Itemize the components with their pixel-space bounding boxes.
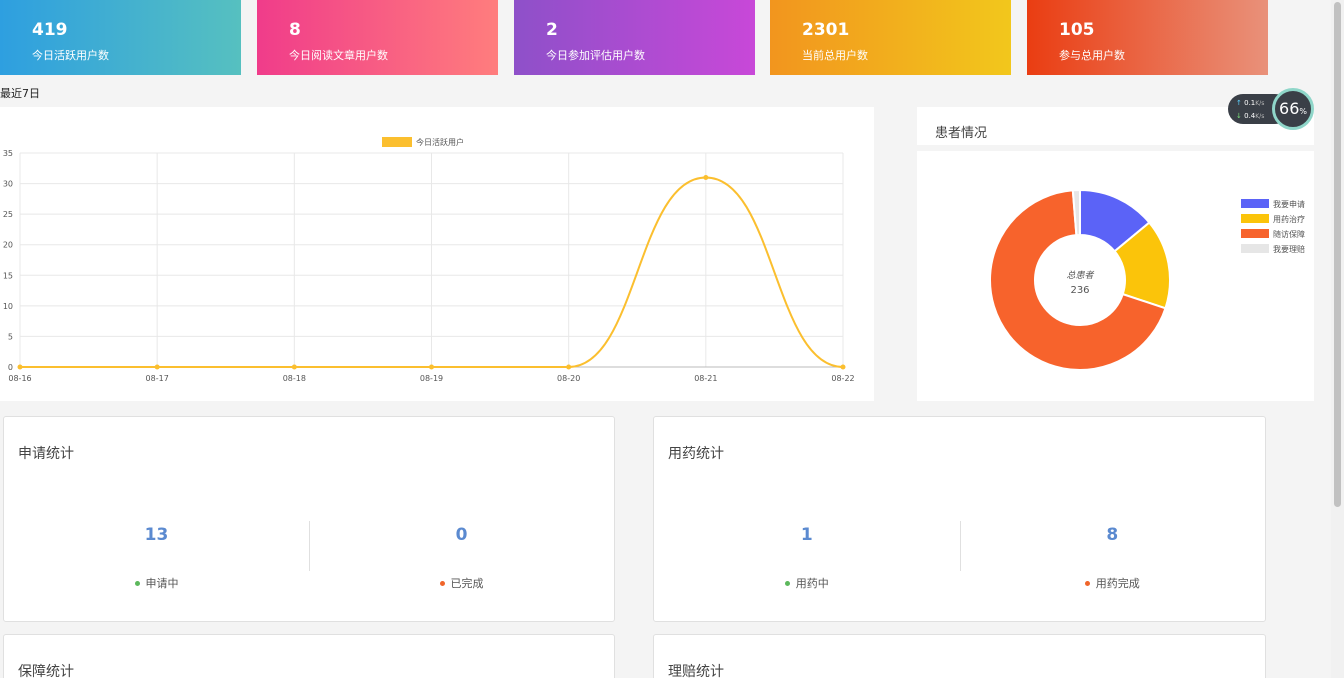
data-point[interactable] xyxy=(429,364,434,370)
stat-value: 419 xyxy=(32,20,68,40)
x-tick-label: 08-16 xyxy=(8,374,31,383)
stat-label: 今日活跃用户数 xyxy=(32,49,109,62)
x-tick-label: 08-21 xyxy=(694,374,717,383)
y-tick-label: 25 xyxy=(3,210,13,219)
donut-chart: 总患者 236 我要申请用药治疗随访保障我要理赔 xyxy=(989,188,1305,371)
y-tick-label: 35 xyxy=(3,149,13,158)
y-tick-label: 30 xyxy=(3,180,13,189)
stat-label: 今日参加评估用户数 xyxy=(546,49,645,62)
green-dot-icon xyxy=(134,580,140,586)
legend-label[interactable]: 我要理赔 xyxy=(1273,244,1305,254)
on-medication-label: 用药中 xyxy=(795,577,829,590)
stat-value: 2301 xyxy=(802,20,850,40)
upload-speed: 0.1 xyxy=(1244,99,1256,107)
coverage-stats-card: 保障统计 xyxy=(3,634,615,678)
applying-label: 申请中 xyxy=(145,577,179,590)
card-title: 保障统计 xyxy=(18,664,74,678)
stat-value: 8 xyxy=(289,20,301,40)
stat-card-assessments-today: 2 今日参加评估用户数 xyxy=(514,0,755,75)
data-point[interactable] xyxy=(840,364,846,370)
medication-done-label: 用药完成 xyxy=(1095,577,1140,590)
network-speed-widget[interactable]: ↑ 0.1K/s ↓ 0.4K/s 66% xyxy=(1228,88,1314,130)
y-tick-label: 20 xyxy=(3,241,13,250)
upload-unit: K/s xyxy=(1255,100,1265,107)
x-tick-label: 08-17 xyxy=(146,374,169,383)
legend-swatch[interactable] xyxy=(1241,229,1269,238)
donut-center-label: 总患者 xyxy=(1066,270,1094,281)
legend-label[interactable]: 今日活跃用户 xyxy=(416,137,464,147)
legend-swatch[interactable] xyxy=(382,137,412,147)
stat-card-total-users: 2301 当前总用户数 xyxy=(770,0,1011,75)
x-tick-label: 08-19 xyxy=(420,374,443,383)
stat-label: 今日阅读文章用户数 xyxy=(289,49,388,62)
apply-stats-card: 申请统计 13 申请中 0 已完成 xyxy=(3,416,615,622)
completed-label: 已完成 xyxy=(450,577,484,590)
stat-value: 105 xyxy=(1059,20,1095,40)
x-tick-label: 08-18 xyxy=(283,374,306,383)
x-tick-label: 08-20 xyxy=(557,374,580,383)
green-dot-icon xyxy=(784,580,790,586)
data-point[interactable] xyxy=(566,364,572,370)
legend-label[interactable]: 用药治疗 xyxy=(1273,214,1305,224)
stat-column-right: 8 用药完成 xyxy=(960,525,1266,591)
download-speed: 0.4 xyxy=(1244,112,1256,120)
line-chart-panel: 0 5 10 15 20 25 30 35 08-16 08-17 08-18 08-19 08-20 0… xyxy=(0,107,874,401)
download-unit: K/s xyxy=(1255,113,1265,120)
recent-7-days-label: 最近7日 xyxy=(0,87,40,100)
stat-label: 当前总用户数 xyxy=(802,49,868,62)
legend-label[interactable]: 我要申请 xyxy=(1273,199,1305,209)
stat-column-left: 13 申请中 xyxy=(4,525,309,591)
y-tick-label: 0 xyxy=(8,363,13,372)
on-medication-count: 1 xyxy=(800,525,813,545)
cpu-percent: 66 xyxy=(1279,99,1300,118)
y-tick-label: 5 xyxy=(8,332,13,341)
y-tick-label: 10 xyxy=(3,302,13,311)
card-title: 申请统计 xyxy=(18,446,74,462)
legend-label[interactable]: 随访保障 xyxy=(1273,229,1305,239)
stat-card-active-today: 419 今日活跃用户数 xyxy=(0,0,241,75)
data-point[interactable] xyxy=(291,364,297,370)
legend-swatch[interactable] xyxy=(1241,244,1269,253)
page-scrollbar[interactable] xyxy=(1331,0,1344,678)
orange-dot-icon xyxy=(439,580,445,586)
stat-label: 参与总用户数 xyxy=(1059,49,1125,62)
stat-column-right: 0 已完成 xyxy=(309,525,614,591)
scrollbar-thumb[interactable] xyxy=(1334,2,1341,507)
card-title: 理赔统计 xyxy=(668,664,724,678)
cpu-percent-sign: % xyxy=(1299,107,1307,116)
card-title: 用药统计 xyxy=(668,446,724,462)
medication-stats-card: 用药统计 1 用药中 8 用药完成 xyxy=(653,416,1266,622)
pie-chart-panel: 总患者 236 我要申请用药治疗随访保障我要理赔 xyxy=(917,151,1314,401)
download-arrow-icon: ↓ xyxy=(1236,112,1242,120)
stat-card-participants: 105 参与总用户数 xyxy=(1027,0,1268,75)
line-chart: 0 5 10 15 20 25 30 35 08-16 08-17 08-18 08-19 08-20 0… xyxy=(3,137,855,383)
stat-column-left: 1 用药中 xyxy=(654,525,960,591)
cpu-usage-circle: 66% xyxy=(1272,88,1314,130)
stat-card-readers-today: 8 今日阅读文章用户数 xyxy=(257,0,498,75)
medication-done-count: 8 xyxy=(1106,525,1119,545)
data-point[interactable] xyxy=(17,364,23,370)
y-tick-label: 15 xyxy=(3,271,13,280)
completed-count: 0 xyxy=(455,525,468,545)
x-tick-label: 08-22 xyxy=(831,374,854,383)
legend-swatch[interactable] xyxy=(1241,214,1269,223)
applying-count: 13 xyxy=(144,525,169,545)
data-point[interactable] xyxy=(154,364,160,370)
claims-stats-card: 理赔统计 xyxy=(653,634,1266,678)
stat-value: 2 xyxy=(546,20,558,40)
orange-dot-icon xyxy=(1084,580,1090,586)
upload-arrow-icon: ↑ xyxy=(1236,99,1242,107)
data-point[interactable] xyxy=(703,174,709,180)
donut-center-value: 236 xyxy=(1070,285,1089,296)
legend-swatch[interactable] xyxy=(1241,199,1269,208)
